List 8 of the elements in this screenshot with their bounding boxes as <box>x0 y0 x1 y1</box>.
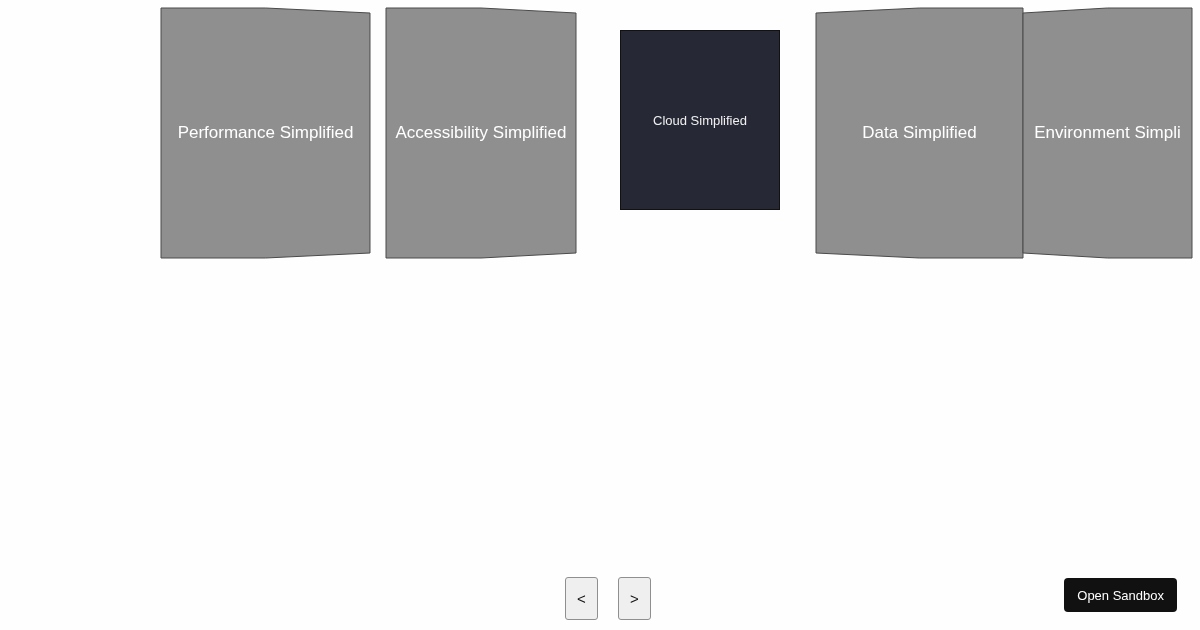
carousel-card: Data Simplified <box>816 8 1023 258</box>
carousel-card: Cloud Simplified <box>620 30 780 210</box>
carousel-card: Performance Simplified <box>161 8 370 258</box>
previous-button[interactable]: < <box>565 577 598 620</box>
carousel-card: Environment Simpli <box>1023 8 1192 258</box>
carousel-card: Accessibility Simplified <box>386 8 576 258</box>
next-button[interactable]: > <box>618 577 651 620</box>
open-sandbox-button[interactable]: Open Sandbox <box>1064 578 1177 612</box>
